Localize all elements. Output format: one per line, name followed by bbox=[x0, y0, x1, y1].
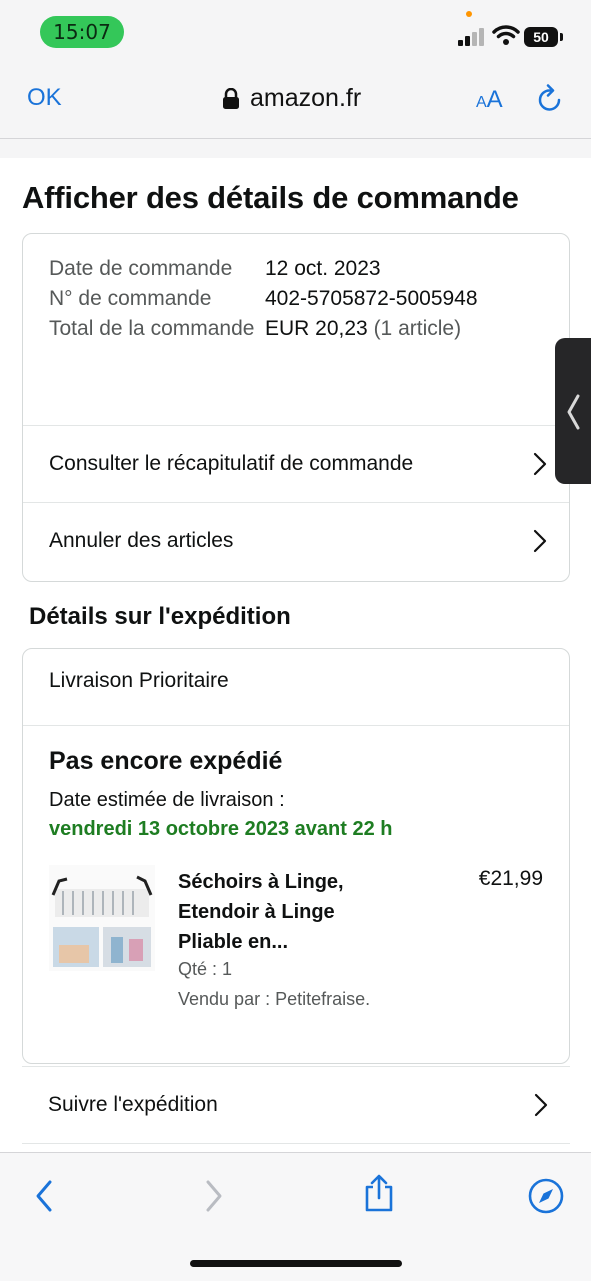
view-order-summary-label: Consulter le récapitulatif de commande bbox=[49, 452, 414, 475]
chevron-left-icon bbox=[567, 394, 580, 430]
shipment-card: Livraison Prioritaire Pas encore expédié… bbox=[22, 648, 570, 1064]
clock: 15:07 bbox=[40, 16, 124, 48]
order-date-value: 12 oct. 2023 bbox=[265, 257, 381, 280]
cancel-items-label: Annuler des articles bbox=[49, 529, 234, 552]
delivery-type: Livraison Prioritaire bbox=[49, 669, 229, 692]
status-bar: 15:07 50 bbox=[0, 0, 591, 60]
browser-top-bar: OK amazon.fr AA bbox=[0, 60, 591, 139]
product-thumbnail[interactable] bbox=[49, 865, 155, 971]
order-date-row: Date de commande 12 oct. 2023 bbox=[49, 254, 549, 284]
battery-indicator: 50 bbox=[524, 27, 558, 47]
privacy-indicator-dot bbox=[466, 11, 472, 17]
order-total-label: Total de la commande bbox=[49, 317, 255, 340]
order-number-value: 402-5705872-5005948 bbox=[265, 287, 478, 310]
order-summary-card: Date de commande 12 oct. 2023 N° de comm… bbox=[22, 233, 570, 582]
side-panel-handle[interactable] bbox=[555, 338, 591, 484]
battery-tip bbox=[560, 33, 563, 41]
divider bbox=[23, 725, 569, 726]
order-total-row: Total de la commande EUR 20,23 (1 articl… bbox=[49, 314, 549, 344]
order-total-value: EUR 20,23 bbox=[265, 317, 368, 340]
product-name-link[interactable]: Séchoirs à Linge, Etendoir à Linge Pliab… bbox=[178, 867, 398, 957]
chevron-right-icon bbox=[534, 1093, 548, 1117]
order-info-grid: Date de commande 12 oct. 2023 N° de comm… bbox=[49, 254, 549, 344]
url-bar[interactable]: amazon.fr bbox=[222, 84, 361, 113]
lock-icon bbox=[223, 87, 239, 109]
chevron-right-icon bbox=[533, 529, 547, 553]
eta-label: Date estimée de livraison : bbox=[49, 789, 285, 811]
text-size-small-a: A bbox=[476, 94, 487, 111]
order-number-row: N° de commande 402-5705872-5005948 bbox=[49, 284, 549, 314]
chevron-right-icon bbox=[533, 452, 547, 476]
cancel-items-link[interactable]: Annuler des articles bbox=[23, 502, 569, 579]
product-seller: Vendu par : Petitefraise. bbox=[178, 989, 371, 1009]
reload-icon[interactable] bbox=[536, 84, 564, 114]
order-date-label: Date de commande bbox=[49, 257, 233, 280]
shipment-status: Pas encore expédié bbox=[49, 747, 283, 775]
compass-icon[interactable] bbox=[527, 1177, 565, 1215]
view-order-summary-link[interactable]: Consulter le récapitulatif de commande bbox=[23, 425, 569, 502]
text-size-button[interactable]: AA bbox=[476, 86, 503, 114]
order-item-count: (1 article) bbox=[367, 317, 462, 340]
track-shipment-label: Suivre l'expédition bbox=[48, 1093, 218, 1116]
back-icon[interactable] bbox=[33, 1179, 55, 1213]
share-icon[interactable] bbox=[362, 1173, 396, 1213]
page-content: Afficher des détails de commande Date de… bbox=[0, 158, 591, 1152]
cellular-signal-icon bbox=[458, 28, 486, 46]
order-total-value-wrap: EUR 20,23 (1 article) bbox=[265, 314, 549, 344]
done-button[interactable]: OK bbox=[27, 84, 62, 112]
order-number-label: N° de commande bbox=[49, 287, 212, 310]
wifi-icon bbox=[492, 25, 520, 45]
forward-icon[interactable] bbox=[203, 1179, 225, 1213]
text-size-large-a: A bbox=[486, 86, 503, 113]
shipping-section-title: Détails sur l'expédition bbox=[29, 603, 291, 630]
track-shipment-link[interactable]: Suivre l'expédition bbox=[22, 1066, 570, 1144]
page-title: Afficher des détails de commande bbox=[22, 180, 519, 215]
product-quantity: Qté : 1 bbox=[178, 959, 233, 979]
eta-date: vendredi 13 octobre 2023 avant 22 h bbox=[49, 818, 393, 840]
home-indicator bbox=[190, 1260, 402, 1267]
url-text: amazon.fr bbox=[250, 84, 362, 112]
product-price: €21,99 bbox=[478, 867, 543, 890]
